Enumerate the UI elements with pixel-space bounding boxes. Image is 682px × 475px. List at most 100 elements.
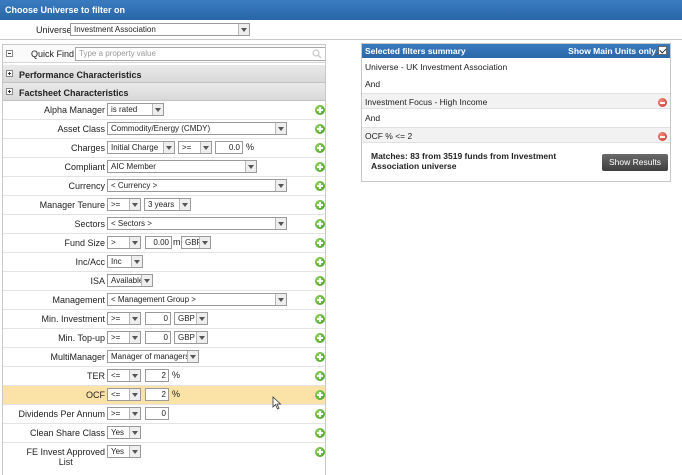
fund-size-currency-select[interactable]: GBP [181, 236, 211, 249]
add-filter-icon[interactable] [315, 219, 325, 229]
filter-row-alpha-manager: Alpha Manager is rated [3, 101, 325, 120]
dividends-op-select[interactable]: >= [107, 407, 141, 420]
min-topup-currency-select[interactable]: GBP [174, 331, 208, 344]
isa-select[interactable]: Available [107, 274, 153, 287]
add-filter-icon[interactable] [315, 352, 325, 362]
filter-row-clean-share-class: Clean Share Class Yes [3, 424, 325, 443]
alpha-manager-select[interactable]: is rated [107, 103, 164, 116]
filter-label: Sectors [74, 219, 105, 229]
min-investment-op-select[interactable]: >= [107, 312, 141, 325]
remove-filter-icon[interactable] [658, 132, 667, 141]
filter-row-min-topup: Min. Top-up >= 0 GBP [3, 329, 325, 348]
filter-row-currency: Currency < Currency > [3, 177, 325, 196]
section-factsheet[interactable]: Factsheet Characteristics [3, 83, 325, 101]
remove-filter-icon[interactable] [658, 98, 667, 107]
quick-find-label: Quick Find [31, 49, 75, 59]
filter-row-manager-tenure: Manager Tenure >= 3 years [3, 196, 325, 215]
add-filter-icon[interactable] [315, 409, 325, 419]
summary-title: Selected filters summary [365, 46, 466, 56]
main-units-checkbox[interactable] [658, 46, 667, 55]
expand-icon[interactable] [6, 88, 13, 95]
add-filter-icon[interactable] [315, 447, 325, 457]
inc-acc-select[interactable]: Inc [107, 255, 143, 268]
chevron-down-icon [129, 313, 140, 324]
ocf-unit: % [172, 389, 181, 399]
chevron-down-icon [179, 199, 190, 210]
filter-row-ter: TER <= 2 % [3, 367, 325, 386]
chevron-down-icon [129, 427, 140, 438]
filter-label: Min. Investment [41, 314, 105, 324]
min-topup-op-select[interactable]: >= [107, 331, 141, 344]
chevron-down-icon [199, 237, 210, 248]
fe-invest-select[interactable]: Yes [107, 445, 141, 458]
clean-share-select[interactable]: Yes [107, 426, 141, 439]
charges-type-select[interactable]: Initial Charge [107, 141, 175, 154]
chevron-down-icon [245, 161, 256, 172]
quick-find-input[interactable]: Type a property value [75, 47, 325, 61]
summary-line: And [365, 113, 381, 123]
filter-row-min-investment: Min. Investment >= 0 GBP [3, 310, 325, 329]
ter-unit: % [172, 370, 181, 380]
chevron-down-icon [238, 24, 249, 35]
filter-row-asset-class: Asset Class Commodity/Energy (CMDY) [3, 120, 325, 139]
chevron-down-icon [275, 294, 286, 305]
section-performance[interactable]: Performance Characteristics [3, 65, 325, 83]
ocf-value-input[interactable]: 2 [145, 388, 169, 401]
min-topup-value-input[interactable]: 0 [145, 331, 171, 344]
add-filter-icon[interactable] [315, 371, 325, 381]
universe-value: Investment Association [74, 25, 156, 34]
chevron-down-icon [129, 237, 140, 248]
add-filter-icon[interactable] [315, 181, 325, 191]
manager-tenure-op-select[interactable]: >= [107, 198, 141, 211]
compliant-select[interactable]: AIC Member [107, 160, 257, 173]
filter-row-charges: Charges Initial Charge >= 0.0 % [3, 139, 325, 158]
add-filter-icon[interactable] [315, 105, 325, 115]
manager-tenure-value-select[interactable]: 3 years [144, 198, 191, 211]
filter-row-sectors: Sectors < Sectors > [3, 215, 325, 234]
multimanager-select[interactable]: Manager of managers [107, 350, 199, 363]
filter-row-inc-acc: Inc/Acc Inc [3, 253, 325, 272]
currency-select[interactable]: < Currency > [107, 179, 287, 192]
chevron-down-icon [152, 104, 163, 115]
add-filter-icon[interactable] [315, 200, 325, 210]
management-select[interactable]: < Management Group > [107, 293, 287, 306]
add-filter-icon[interactable] [315, 333, 325, 343]
ter-value-input[interactable]: 2 [145, 369, 169, 382]
add-filter-icon[interactable] [315, 295, 325, 305]
charges-unit: % [246, 142, 255, 152]
sectors-select[interactable]: < Sectors > [107, 217, 287, 230]
asset-class-select[interactable]: Commodity/Energy (CMDY) [107, 122, 287, 135]
show-results-button[interactable]: Show Results [602, 154, 668, 171]
add-filter-icon[interactable] [315, 238, 325, 248]
add-filter-icon[interactable] [315, 276, 325, 286]
add-filter-icon[interactable] [315, 124, 325, 134]
filter-label: Asset Class [57, 124, 105, 134]
quick-find-row: Quick Find Type a property value [3, 45, 325, 63]
universe-label: Universe [36, 25, 72, 35]
fund-size-op-select[interactable]: > [107, 236, 141, 249]
collapse-icon[interactable] [6, 50, 13, 57]
add-filter-icon[interactable] [315, 162, 325, 172]
summary-line: Universe - UK Investment Association [365, 62, 508, 72]
ter-op-select[interactable]: <= [107, 369, 141, 382]
add-filter-icon[interactable] [315, 143, 325, 153]
add-filter-icon[interactable] [315, 257, 325, 267]
search-icon [312, 49, 322, 59]
mouse-cursor-icon [272, 396, 282, 410]
expand-icon[interactable] [6, 70, 13, 77]
dividends-value-input[interactable]: 0 [145, 407, 169, 420]
chevron-down-icon [129, 332, 140, 343]
add-filter-icon[interactable] [315, 390, 325, 400]
add-filter-icon[interactable] [315, 428, 325, 438]
filter-label: Compliant [64, 162, 105, 172]
ocf-op-select[interactable]: <= [107, 388, 141, 401]
min-investment-value-input[interactable]: 0 [145, 312, 171, 325]
add-filter-icon[interactable] [315, 314, 325, 324]
filter-row-fund-size: Fund Size > 0.00 m GBP [3, 234, 325, 253]
chevron-down-icon [275, 180, 286, 191]
fund-size-value-input[interactable]: 0.00 [145, 236, 172, 249]
charges-op-select[interactable]: >= [178, 141, 212, 154]
universe-select[interactable]: Investment Association [70, 23, 250, 36]
charges-value-input[interactable]: 0.0 [215, 141, 243, 154]
min-investment-currency-select[interactable]: GBP [174, 312, 208, 325]
